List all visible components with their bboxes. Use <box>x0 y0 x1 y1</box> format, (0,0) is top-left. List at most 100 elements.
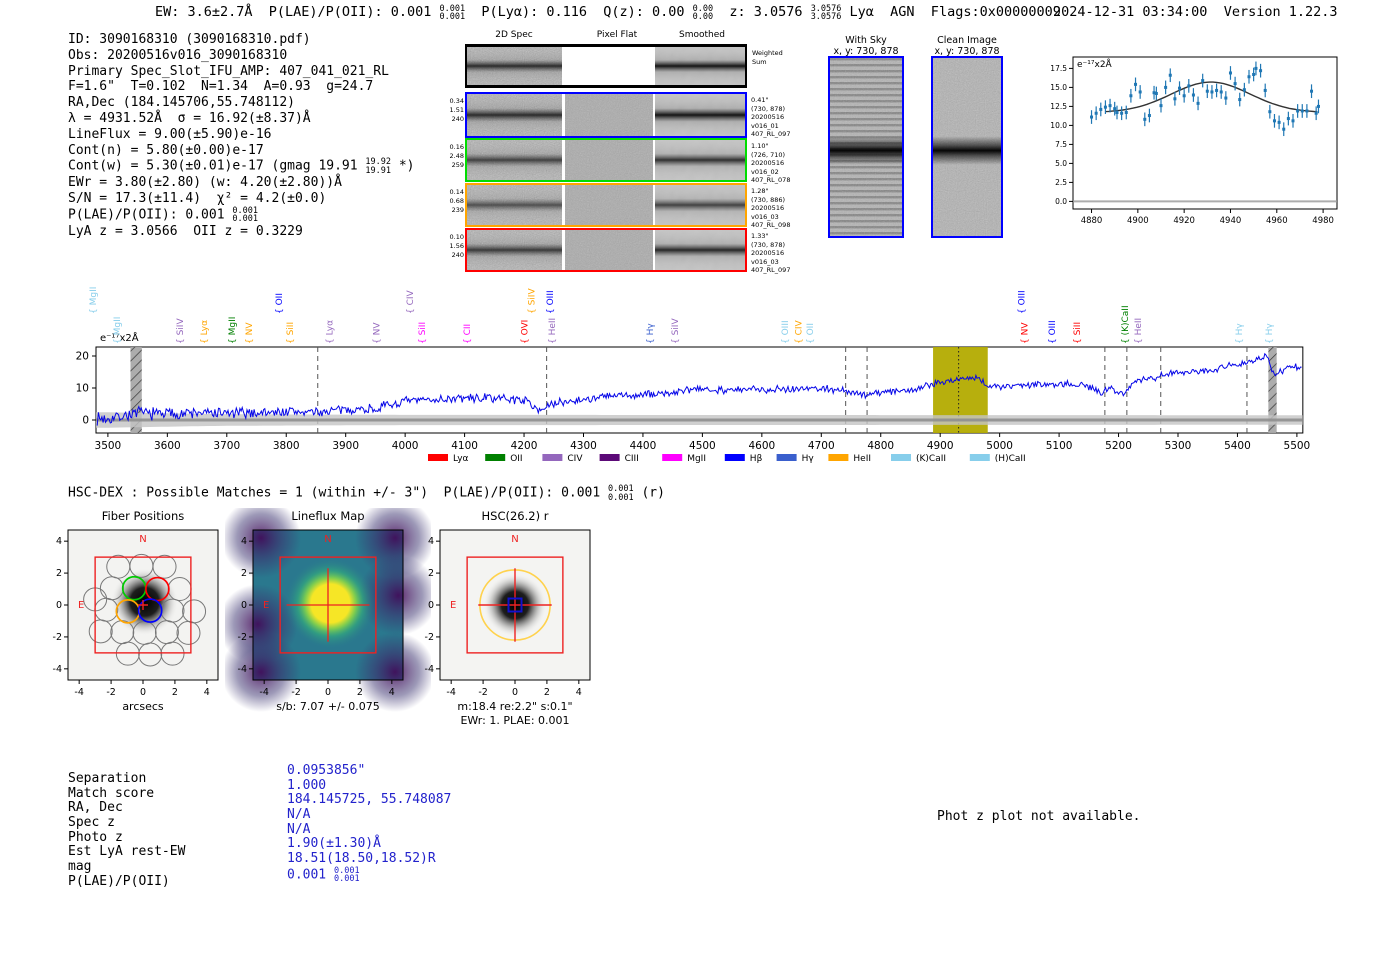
spec2d-strip-smooth <box>655 230 745 270</box>
legend-swatch <box>969 454 990 461</box>
fit-point <box>1129 94 1133 98</box>
match-table-row: P(LAE)/P(OII) 0.001 0.001 0.001 <box>68 867 360 890</box>
text-run: z: 3.0576 <box>713 4 811 20</box>
fit-point <box>1178 86 1182 90</box>
fit-point <box>1314 111 1318 115</box>
spec2d-right-label: 20200516 <box>751 113 785 122</box>
spec2d-strip-smooth <box>655 94 745 136</box>
cutout-ytick: -2 <box>425 632 434 643</box>
stack-lo: 19.91 <box>365 165 392 176</box>
spec2d-row-right-labels: Weighted Sum <box>752 49 814 66</box>
legend-swatch <box>662 454 683 461</box>
spec2d-strip-noise <box>467 94 562 136</box>
fit-point <box>1254 66 1258 70</box>
legend-label: Lyα <box>453 454 469 464</box>
text-run: P(Lyα): 0.116 Q(z): 0.00 <box>465 4 693 20</box>
stacked-interval: 0.00 0.00 <box>693 4 713 22</box>
match-value: 1.000 <box>287 778 326 794</box>
spectrum-xtick-label: 4100 <box>451 440 478 452</box>
text-run: EW: 3.6±2.7Å P(LAE)/P(OII): 0.001 <box>155 4 440 20</box>
fit-point <box>1247 75 1251 79</box>
spec2d-right-label: (730, 886) <box>751 195 786 204</box>
cutout-xtick: -4 <box>446 687 455 698</box>
cutout-xlabel: arcsecs <box>122 700 164 713</box>
line-id-label: { OII <box>806 323 816 344</box>
fit-point <box>1296 109 1300 113</box>
spectrum-xtick-label: 3900 <box>332 440 359 452</box>
spec2d-left-label: 239 <box>451 206 464 214</box>
spectrum-xtick-label: 4800 <box>867 440 894 452</box>
sky-panel-header: With Sky x, y: 730, 878 <box>820 35 912 57</box>
match-table-row: Match score 1.000 <box>68 778 326 802</box>
north-label: N <box>324 534 331 545</box>
cutout-ytick: 2 <box>56 568 62 579</box>
spec2d-strip-flat <box>565 230 653 270</box>
spec2d-strip-smooth <box>655 47 745 85</box>
match-label: Match score <box>68 785 155 801</box>
spectrum-ytick-label: 10 <box>76 383 89 395</box>
stacked-interval: 0.001 0.001 <box>608 485 634 502</box>
fit-point <box>1224 96 1228 100</box>
spec2d-right-label: 1.10" <box>751 142 769 150</box>
spectrum-xtick-label: 4200 <box>511 440 538 452</box>
spec2d-strip-flat <box>565 185 653 225</box>
match-label: Separation <box>68 771 147 786</box>
sky-panel-title: Clean Image <box>937 35 997 46</box>
catalog-match-table: Separation 0.0953856" Match score 1.000 RA, … <box>68 763 451 890</box>
spec2d-strip-noise <box>467 140 562 180</box>
cutout-ytick: -4 <box>238 664 247 675</box>
lineflux-blob <box>284 557 377 650</box>
spec2d-right-label: 407_RL_097 <box>751 130 791 139</box>
spec2d-left-label: 259 <box>451 161 464 169</box>
fit-point <box>1094 111 1098 115</box>
fit-point <box>1090 115 1094 119</box>
cutout-ytick: -4 <box>53 664 62 675</box>
fit-point <box>1210 90 1214 94</box>
fit-point <box>1268 110 1272 114</box>
spectrum-ytick-label: 20 <box>76 351 89 363</box>
photz-note: Phot z plot not available. <box>937 809 1141 824</box>
spectrum-xtick-label: 5400 <box>1224 440 1251 452</box>
line-id-label: { SiII <box>1073 322 1083 344</box>
east-label: E <box>450 600 456 611</box>
spec2d-col-header: 2D Spec <box>495 30 533 40</box>
elixer-report-page: EW: 3.6±2.7Å P(LAE)/P(OII): 0.001 0.001 0… <box>0 0 1400 953</box>
spectrum-xtick-label: 5300 <box>1165 440 1192 452</box>
fit-point <box>1282 127 1286 131</box>
fit-point <box>1263 88 1267 92</box>
fit-point <box>1187 84 1191 88</box>
line-id-label: { Hγ <box>646 323 656 344</box>
stacked-interval: 0.001 0.001 <box>232 207 258 224</box>
legend-swatch <box>724 454 745 461</box>
cutout-ytick: 4 <box>241 536 247 547</box>
line-id-label: { OIII <box>1048 320 1058 344</box>
spec2d-row-left-labels: 0.10 1.56 240 <box>440 233 464 260</box>
fit-point <box>1168 73 1172 77</box>
cutout-xlabel: s/b: 7.07 +/- 0.075 <box>276 700 380 713</box>
spec2d-strip-smooth <box>655 140 745 180</box>
cutout-xtick: -2 <box>478 687 487 698</box>
spectrum-xtick-label: 4300 <box>570 440 597 452</box>
info-line: P(LAE)/P(OII): 0.001 0.001 0.001 <box>68 207 415 224</box>
cutout-xtick: -4 <box>74 687 83 698</box>
line-id-label: { SiII <box>418 322 428 344</box>
stack-lo: 0.001 <box>232 214 258 225</box>
fit-xtick-label: 4900 <box>1127 216 1149 226</box>
sky-panel-image <box>828 56 904 238</box>
match-value: 184.145725, 55.748087 <box>287 793 451 808</box>
spec2d-right-label: 20200516 <box>751 159 785 168</box>
cutout-title: Lineflux Map <box>291 509 364 523</box>
spec2d-row-right-labels: 0.41" (730, 878) 20200516 v016_01 407_RL_097 <box>751 96 813 139</box>
fit-point <box>1259 69 1263 73</box>
2d-spectra-panel: 2D Spec Pixel Flat Smoothed Weighted Sum 0.34… <box>450 30 825 280</box>
match-value-text: 0.0953856" <box>287 763 366 778</box>
text-run: HSC-DEX : Possible Matches = 1 (within +… <box>68 485 609 501</box>
match-value-text: N/A <box>287 807 311 823</box>
fit-point <box>1252 72 1256 76</box>
spec2d-right-label: v016_03 <box>751 212 779 221</box>
fit-point <box>1233 82 1237 86</box>
cutout-xlabel: m:18.4 re:2.2" s:0.1" <box>457 700 572 713</box>
fit-ytick-label: 2.5 <box>1055 178 1067 187</box>
line-id-label: { SiIV <box>176 318 186 344</box>
fit-point <box>1277 120 1281 124</box>
